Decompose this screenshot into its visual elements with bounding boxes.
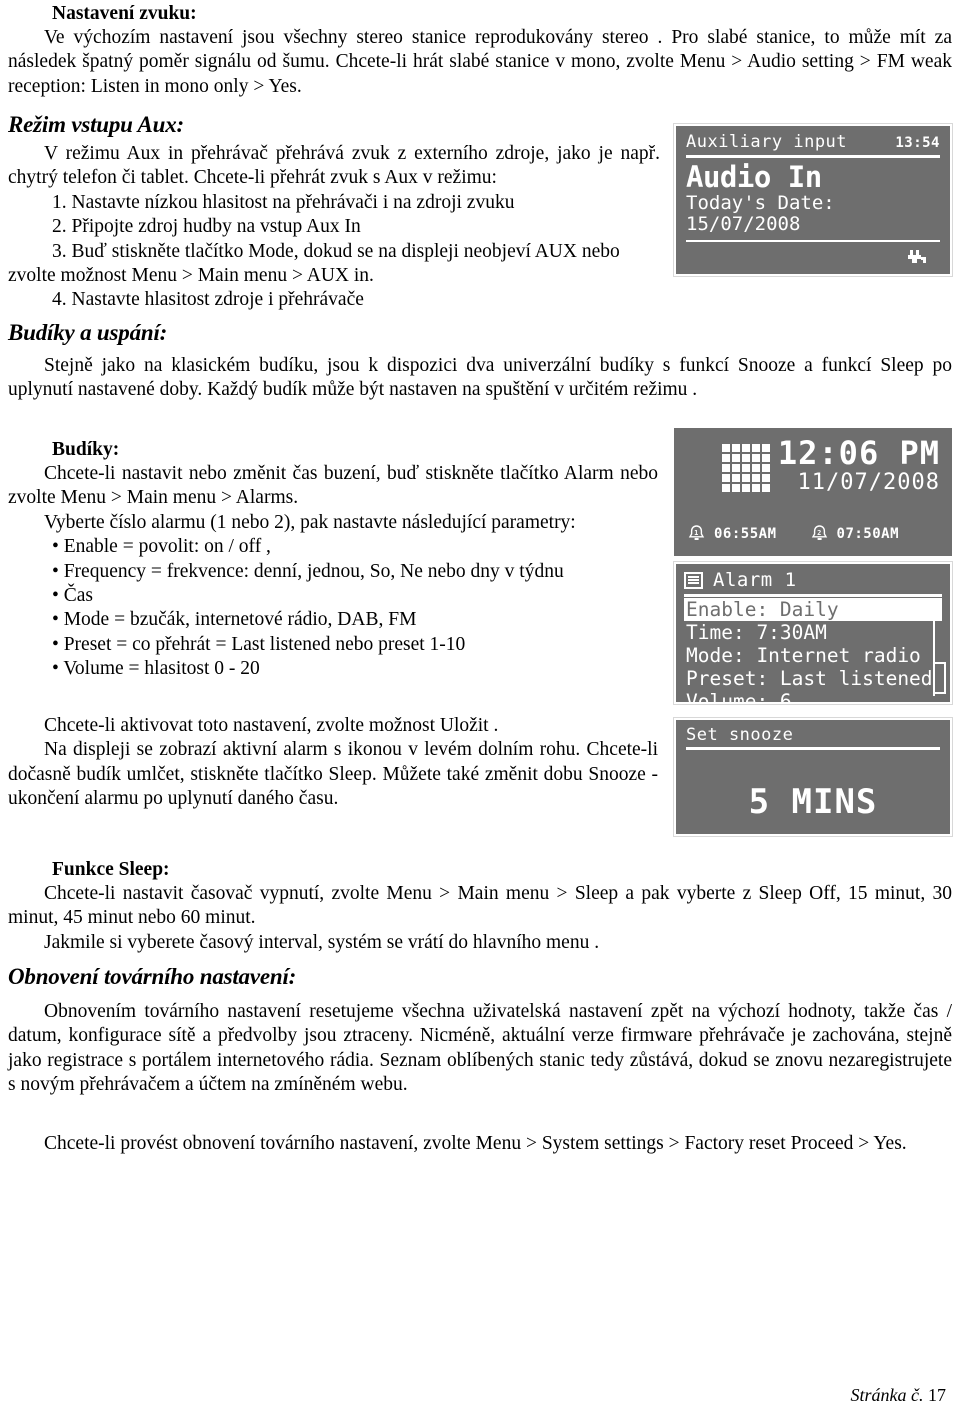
aux-step-4: 4. Nastavte hlasitost zdroje i přehrávač… xyxy=(52,289,364,311)
sleep-function-body-2: Jakmile si vyberete časový interval, sys… xyxy=(44,931,600,953)
aux-step-3-cont: zvolte možnost Menu > Main menu > AUX in… xyxy=(8,265,374,287)
aux-step-1: 1. Nastavte nízkou hlasitost na přehráva… xyxy=(52,191,515,213)
lcd-clock-date: 11/07/2008 xyxy=(797,470,940,495)
alarm-param-preset: • Preset = co přehrát = Last listened ne… xyxy=(52,633,466,655)
footer-label: Stránka č. xyxy=(850,1385,924,1405)
alarms-body-2: Vyberte číslo alarmu (1 nebo 2), pak nas… xyxy=(44,511,576,533)
lcd-aux-date-label: Today's Date: xyxy=(686,192,835,214)
lcd-alarm1-title: Alarm 1 xyxy=(713,569,797,591)
lcd-aux-divider xyxy=(686,155,940,158)
menu-list-icon xyxy=(684,571,703,589)
lcd-clock-alarm1-time: 06:55AM xyxy=(714,525,777,542)
lcd-alarm1-item-mode[interactable]: Mode: Internet radio xyxy=(684,644,942,667)
dot-matrix-grid-icon xyxy=(722,444,770,492)
lcd-aux-footer-divider xyxy=(686,240,940,242)
lcd-clock-alarm2: 2 07:50AM xyxy=(811,525,900,542)
sound-settings-heading: Nastavení zvuku: xyxy=(52,3,197,24)
lcd-clock-time: 12:06 PM xyxy=(777,434,940,472)
sleep-function-body-1: Chcete-li nastavit časovač vypnutí, zvol… xyxy=(8,883,952,929)
lcd-alarm1-divider xyxy=(684,594,942,597)
section-aux-input: Režim vstupu Aux: V režimu Aux in přehrá… xyxy=(8,110,660,313)
lcd-aux-main-text: Audio In xyxy=(686,160,822,194)
section-sound-settings: Nastavení zvuku: Ve výchozím nastavení j… xyxy=(8,2,952,99)
alarm-save-note: Chcete-li aktivovat toto nastavení, zvol… xyxy=(44,715,499,736)
lcd-clock-alarm2-time: 07:50AM xyxy=(836,525,900,542)
section-factory-reset: Obnovení továrního nastavení: Obnovením … xyxy=(8,962,952,1156)
alarms-body-1: Chcete-li nastavit nebo změnit čas buzen… xyxy=(8,463,658,509)
section-alarms: Budíky: Chcete-li nastavit nebo změnit č… xyxy=(8,438,658,682)
svg-text:2: 2 xyxy=(817,529,822,537)
document-page: Nastavení zvuku: Ve výchozím nastavení j… xyxy=(0,0,960,1420)
lcd-alarm1-header: Alarm 1 xyxy=(684,569,942,591)
lcd-alarm1-item-volume[interactable]: Volume: 6 xyxy=(684,690,942,702)
factory-reset-heading: Obnovení továrního nastavení: xyxy=(8,964,297,989)
alarm-snooze-note: Na displeji se zobrazí aktivní alarm s i… xyxy=(8,739,658,810)
alarms-heading: Budíky: xyxy=(52,439,120,460)
factory-reset-body-1: Obnovením továrního nastavení resetujeme… xyxy=(8,1001,952,1096)
lcd-display-alarm-1: Alarm 1 Enable: Daily Time: 7:30AM Mode:… xyxy=(673,561,953,705)
lcd-alarm1-scrollbar-thumb[interactable] xyxy=(933,662,946,694)
lcd-display-auxiliary-input: Auxiliary input 13:54 Audio In Today's D… xyxy=(673,123,953,277)
lcd-alarm1-settings-list: Enable: Daily Time: 7:30AM Mode: Interne… xyxy=(684,598,942,702)
lcd-aux-clock: 13:54 xyxy=(895,135,940,151)
lcd-snooze-value: 5 MINS xyxy=(748,782,878,822)
alarm-param-mode: • Mode = bzučák, internetové rádio, DAB,… xyxy=(52,609,417,631)
page-footer: Stránka č. 17 xyxy=(851,1385,946,1406)
alarm-bell-1-icon: 1 xyxy=(688,525,705,542)
sleep-function-heading: Funkce Sleep: xyxy=(52,859,170,880)
aux-step-3: 3. Buď stiskněte tlačítko Mode, dokud se… xyxy=(52,240,620,262)
lcd-aux-header: Auxiliary input 13:54 xyxy=(686,132,940,152)
lcd-snooze-title: Set snooze xyxy=(686,725,794,745)
alarms-sleep-body: Stejně jako na klasickém budíku, jsou k … xyxy=(8,355,952,401)
svg-text:1: 1 xyxy=(694,529,699,537)
aux-step-2: 2. Připojte zdroj hudby na vstup Aux In xyxy=(52,216,361,238)
alarm-param-enable: • Enable = povolit: on / off , xyxy=(52,536,271,558)
section-sleep-function: Funkce Sleep: Chcete-li nastavit časovač… xyxy=(8,858,952,955)
footer-page-number: 17 xyxy=(928,1385,946,1405)
aux-input-heading: Režim vstupu Aux: xyxy=(8,112,184,137)
alarm-param-frequency: • Frequency = frekvence: denní, jednou, … xyxy=(52,560,564,582)
lcd-clock-alarm1: 1 06:55AM xyxy=(688,525,777,542)
factory-reset-body-2: Chcete-li provést obnovení továrního nas… xyxy=(44,1132,907,1154)
alarm-bell-2-icon: 2 xyxy=(811,525,828,542)
power-plug-icon xyxy=(906,245,928,270)
alarm-param-time: • Čas xyxy=(52,585,93,607)
section-alarm-notes: Chcete-li aktivovat toto nastavení, zvol… xyxy=(8,714,658,812)
lcd-snooze-divider xyxy=(686,747,940,750)
lcd-display-clock: 12:06 PM 11/07/2008 1 06:55AM 2 07:50AM xyxy=(674,428,952,556)
lcd-alarm1-item-time[interactable]: Time: 7:30AM xyxy=(684,621,942,644)
section-alarms-and-sleep: Budíky a uspání: Stejně jako na klasické… xyxy=(8,318,952,403)
alarm-param-volume: • Volume = hlasitost 0 - 20 xyxy=(52,658,260,680)
lcd-aux-title: Auxiliary input xyxy=(686,132,848,152)
alarms-sleep-heading: Budíky a uspání: xyxy=(8,320,168,345)
lcd-aux-date-value: 15/07/2008 xyxy=(686,213,801,235)
aux-input-body: V režimu Aux in přehrávač přehrává zvuk … xyxy=(8,143,660,189)
lcd-display-set-snooze: Set snooze 5 MINS xyxy=(673,717,953,837)
lcd-alarm1-item-preset[interactable]: Preset: Last listened xyxy=(684,667,942,690)
lcd-alarm1-item-enable[interactable]: Enable: Daily xyxy=(684,598,942,621)
sound-settings-body: Ve výchozím nastavení jsou všechny stere… xyxy=(8,27,952,97)
